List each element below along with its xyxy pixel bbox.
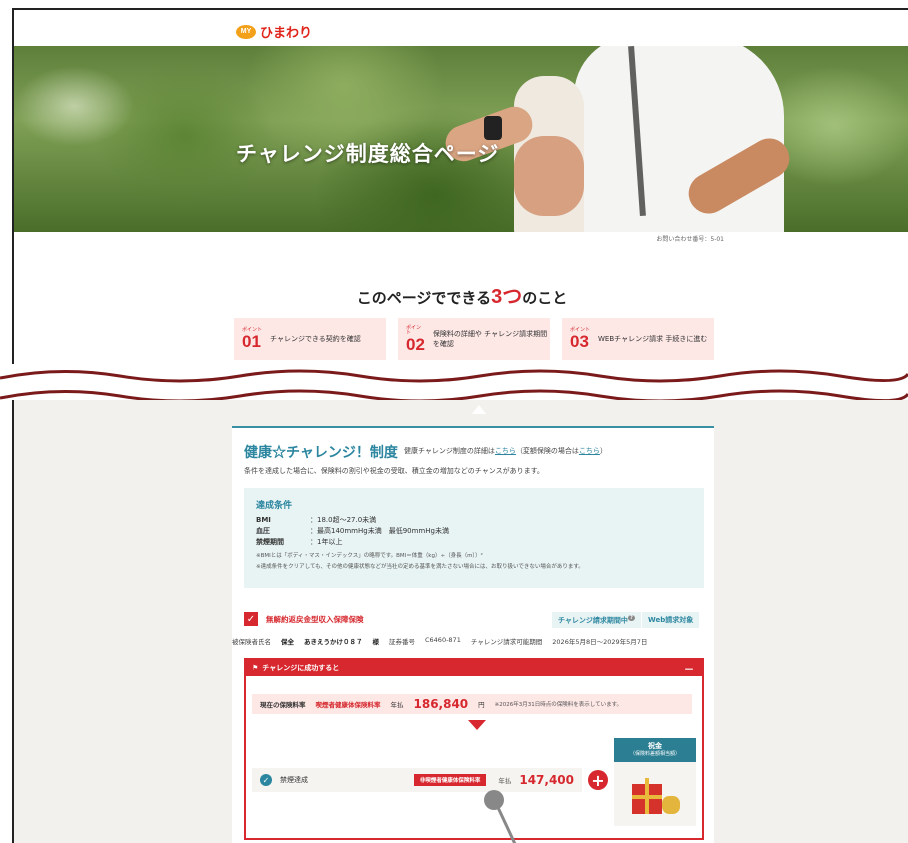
web-badge: Web請求対象 bbox=[642, 612, 700, 628]
logo-badge: MY bbox=[236, 24, 256, 39]
current-amount: 186,840 bbox=[413, 697, 469, 711]
conditions-note: ※BMIとは「ボディ・マス・インデックス」の略称です。BMI＝体重（kg）÷（身… bbox=[256, 552, 483, 559]
tap-pointer-icon bbox=[484, 790, 504, 810]
condition-row: 禁煙期間 ：1年以上 bbox=[256, 538, 343, 547]
status-badge: チャレンジ請求期間中? bbox=[552, 612, 641, 629]
conditions-note: ※達成条件をクリアしても、その他の健康状態などが当社の定める基準を満たさない場合… bbox=[256, 564, 584, 571]
success-bar[interactable]: ⚑ チャレンジに成功すると － bbox=[246, 660, 702, 676]
gift-box: 祝金 （保険料差額相当額） bbox=[614, 738, 696, 826]
program-card: 健康☆チャレンジ！制度 健康チャレンジ制度の詳細はこちら（変額保険の場合はこちら… bbox=[232, 426, 714, 843]
page-title: チャレンジ制度総合ページ bbox=[236, 143, 500, 166]
condition-row: 血圧 ：最高140mmHg未満 最低90mmHg未満 bbox=[256, 527, 449, 536]
program-desc: 条件を達成した場合に、保険料の割引や祝金の受取、積立金の増加などのチャンスがあり… bbox=[244, 467, 544, 475]
help-icon: ? bbox=[627, 615, 635, 621]
achieved-row: ✓ 禁煙達成 非喫煙者健康体保険料率 年払 147,400 bbox=[252, 768, 582, 792]
conditions-box: 達成条件 BMI ：18.0超～27.0未満 血圧 ：最高140mmHg未満 最低9… bbox=[244, 488, 704, 588]
intro-heading: このページでできる3つのこと bbox=[356, 286, 568, 308]
insured-info: 被保険者氏名 保全 あきえうかけ０８７ 様 証券番号 C6460-871 チャレ… bbox=[232, 636, 648, 646]
plus-icon: + bbox=[588, 770, 608, 790]
variable-link[interactable]: こちら bbox=[579, 447, 600, 455]
collapse-icon[interactable]: － bbox=[684, 661, 694, 676]
hero-runner-image bbox=[574, 46, 784, 232]
product-name: 無解約返戻金型収入保障保険 bbox=[266, 614, 364, 624]
brand-logo[interactable]: MY ひまわり bbox=[236, 22, 312, 41]
condition-row: BMI ：18.0超～27.0未満 bbox=[256, 516, 377, 524]
logo-text: ひまわり bbox=[260, 25, 313, 40]
checkbox-checked-icon[interactable]: ✓ bbox=[244, 612, 258, 626]
top-section: MY ひまわり チャレンジ制度総合ページ お問い合わせ番号：5-01 このページ… bbox=[12, 8, 908, 396]
point-item-02[interactable]: ポイント 02 保険料の詳細や チャレンジ請求期間を確認 bbox=[398, 318, 550, 360]
success-panel: ⚑ チャレンジに成功すると － 現在の保険料率 喫煙者健康体保険料率 年払 18… bbox=[244, 658, 704, 840]
point-item-01[interactable]: ポイント 01 チャレンジできる契約を確認 bbox=[234, 318, 386, 360]
details-link[interactable]: こちら bbox=[495, 447, 516, 455]
conditions-heading: 達成条件 bbox=[256, 501, 293, 511]
new-amount: 147,400 bbox=[519, 773, 574, 787]
flag-icon: ⚑ bbox=[252, 664, 259, 672]
point-item-03[interactable]: ポイント 03 WEBチャレンジ請求 手続きに進む bbox=[562, 318, 714, 360]
down-arrow-icon bbox=[468, 720, 486, 730]
points-list: ポイント 01 チャレンジできる契約を確認 ポイント 02 保険料の詳細や チャレン… bbox=[234, 318, 714, 360]
check-circle-icon: ✓ bbox=[260, 774, 272, 786]
product-row: ✓ 無解約返戻金型収入保障保険 bbox=[244, 612, 364, 626]
current-premium-row: 現在の保険料率 喫煙者健康体保険料率 年払 186,840 円 ※2026年3月… bbox=[252, 694, 692, 714]
coins-icon bbox=[662, 796, 680, 814]
program-title: 健康☆チャレンジ！制度 bbox=[244, 444, 398, 460]
contact-number: お問い合わせ番号：5-01 bbox=[656, 236, 724, 243]
watch-icon bbox=[484, 116, 502, 140]
program-sub: 健康チャレンジ制度の詳細はこちら（変額保険の場合はこちら） bbox=[404, 447, 607, 455]
lower-section: 健康☆チャレンジ！制度 健康チャレンジ制度の詳細はこちら（変額保険の場合はこちら… bbox=[12, 400, 908, 843]
hero-banner: チャレンジ制度総合ページ bbox=[14, 46, 908, 232]
